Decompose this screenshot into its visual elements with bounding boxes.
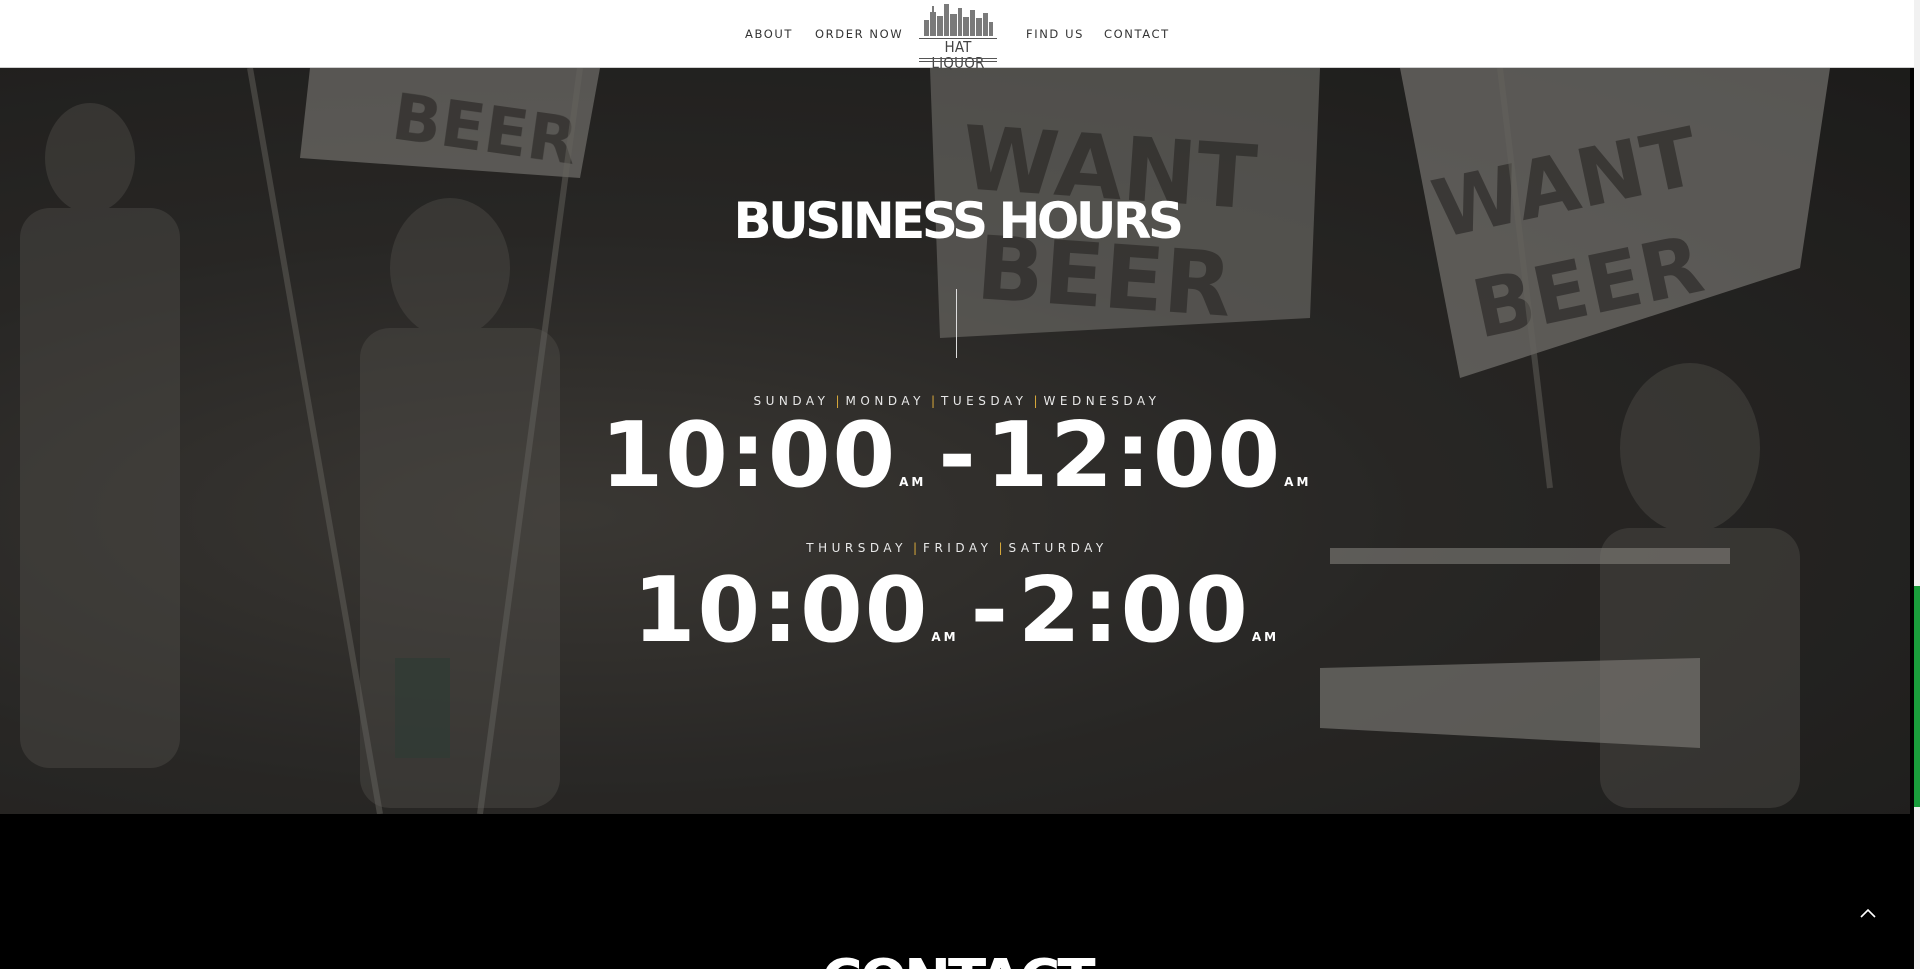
- open-time: 10:00: [632, 558, 930, 663]
- nav-about[interactable]: ABOUT: [745, 27, 793, 41]
- contact-section: CONTACT: [0, 814, 1914, 969]
- nav-order-now[interactable]: ORDER NOW: [815, 27, 903, 41]
- page-scrollbar[interactable]: [1914, 0, 1920, 969]
- city-skyline-icon: [924, 4, 993, 36]
- nav-contact[interactable]: CONTACT: [1104, 27, 1170, 41]
- chevron-up-icon: [1860, 908, 1876, 918]
- open-time: 10:00: [600, 403, 898, 508]
- close-period: AM: [1284, 475, 1312, 489]
- day-label: THURSDAY: [806, 541, 907, 555]
- site-header: ABOUT ORDER NOW HAT LIQUOR FIND US CONTA…: [0, 0, 1914, 71]
- open-period: AM: [899, 475, 927, 489]
- close-period: AM: [1251, 630, 1280, 644]
- contact-title: CONTACT: [0, 948, 1914, 969]
- scroll-to-top-button[interactable]: [1850, 896, 1886, 932]
- day-label: SATURDAY: [1008, 541, 1108, 555]
- business-hours-section: BEER WANT BEER WANT BEER BUSINESS HOURS …: [0, 68, 1910, 814]
- logo-text: HAT LIQUOR: [931, 38, 985, 72]
- open-period: AM: [931, 630, 959, 644]
- hours-row-1: 10:00 AM -12:00 AM: [600, 403, 1312, 508]
- hours-row-2: 10:00 AM -2:00 AM: [632, 558, 1280, 663]
- logo[interactable]: HAT LIQUOR: [917, 2, 999, 71]
- close-time: 12:00: [985, 403, 1283, 508]
- divider-line: [956, 289, 957, 358]
- scrollbar-thumb[interactable]: [1914, 586, 1920, 807]
- day-label: FRIDAY: [923, 541, 993, 555]
- nav-find-us[interactable]: FIND US: [1026, 27, 1084, 41]
- days-row-2: THURSDAY | FRIDAY | SATURDAY: [806, 541, 1108, 555]
- section-title: BUSINESS HOURS: [733, 192, 1184, 250]
- close-time: 2:00: [1017, 558, 1250, 663]
